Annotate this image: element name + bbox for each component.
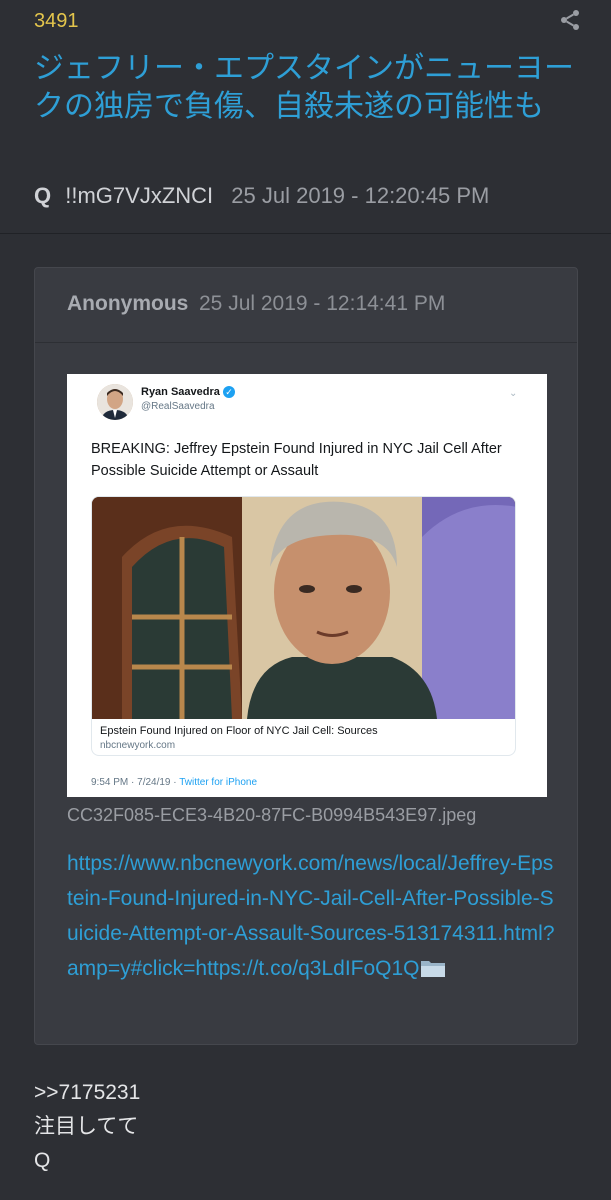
post-number[interactable]: 3491 (34, 10, 79, 33)
post-tripcode: !!mG7VJxZNCI (65, 183, 214, 208)
post-byline: Q !!mG7VJxZNCI 25 Jul 2019 - 12:20:45 PM (34, 183, 489, 209)
quoted-post: Anonymous 25 Jul 2019 - 12:14:41 PM Ryan… (34, 267, 578, 1045)
tweet-screenshot-image[interactable]: Ryan Saavedra ✓ @RealSaavedra ⌄ BREAKING… (67, 374, 547, 797)
image-filename[interactable]: CC32F085-ECE3-4B20-87FC-B0994B543E97.jpe… (67, 805, 476, 826)
post-title: ジェフリー・エプスタインがニューヨークの独房で負傷、自殺未遂の可能性も (34, 52, 574, 123)
tweet-author-name: Ryan Saavedra (141, 386, 220, 398)
tweet-source: Twitter for iPhone (179, 777, 258, 788)
card-title: Epstein Found Injured on Floor of NYC Ja… (100, 725, 378, 737)
post-timestamp: 25 Jul 2019 - 12:20:45 PM (231, 183, 490, 208)
share-icon[interactable] (558, 8, 582, 32)
card-photo (92, 497, 515, 719)
chevron-down-icon: ⌄ (509, 388, 518, 399)
quoted-author: Anonymous (67, 292, 189, 315)
tweet-link-card: Epstein Found Injured on Floor of NYC Ja… (91, 496, 516, 756)
q-post: 3491 ジェフリー・エプスタインがニューヨークの独房で負傷、自殺未遂の可能性も… (0, 0, 611, 1200)
tweet-meta: 9:54 PM · 7/24/19 · Twitter for iPhone (91, 777, 257, 788)
post-divider (0, 233, 611, 234)
card-domain: nbcnewyork.com (100, 740, 176, 751)
article-link[interactable]: https://www.nbcnewyork.com/news/local/Je… (67, 846, 557, 986)
post-author: Q (34, 183, 52, 208)
tweet-handle: @RealSaavedra (141, 401, 215, 412)
folder-icon[interactable] (420, 958, 446, 978)
tweet-avatar (97, 384, 133, 420)
quoted-post-header: Anonymous 25 Jul 2019 - 12:14:41 PM (35, 268, 577, 343)
post-body: >>7175231 注目してて Q (34, 1076, 140, 1178)
reply-link[interactable]: >>7175231 (34, 1076, 140, 1110)
body-signature: Q (34, 1149, 51, 1172)
tweet-text: BREAKING: Jeffrey Epstein Found Injured … (91, 441, 502, 479)
tweet-time: 9:54 PM · 7/24/19 · (91, 777, 180, 788)
body-text-line: 注目してて (34, 1115, 139, 1138)
quoted-timestamp: 25 Jul 2019 - 12:14:41 PM (199, 292, 446, 315)
verified-badge-icon: ✓ (223, 386, 235, 398)
article-link-text[interactable]: https://www.nbcnewyork.com/news/local/Je… (67, 852, 555, 980)
